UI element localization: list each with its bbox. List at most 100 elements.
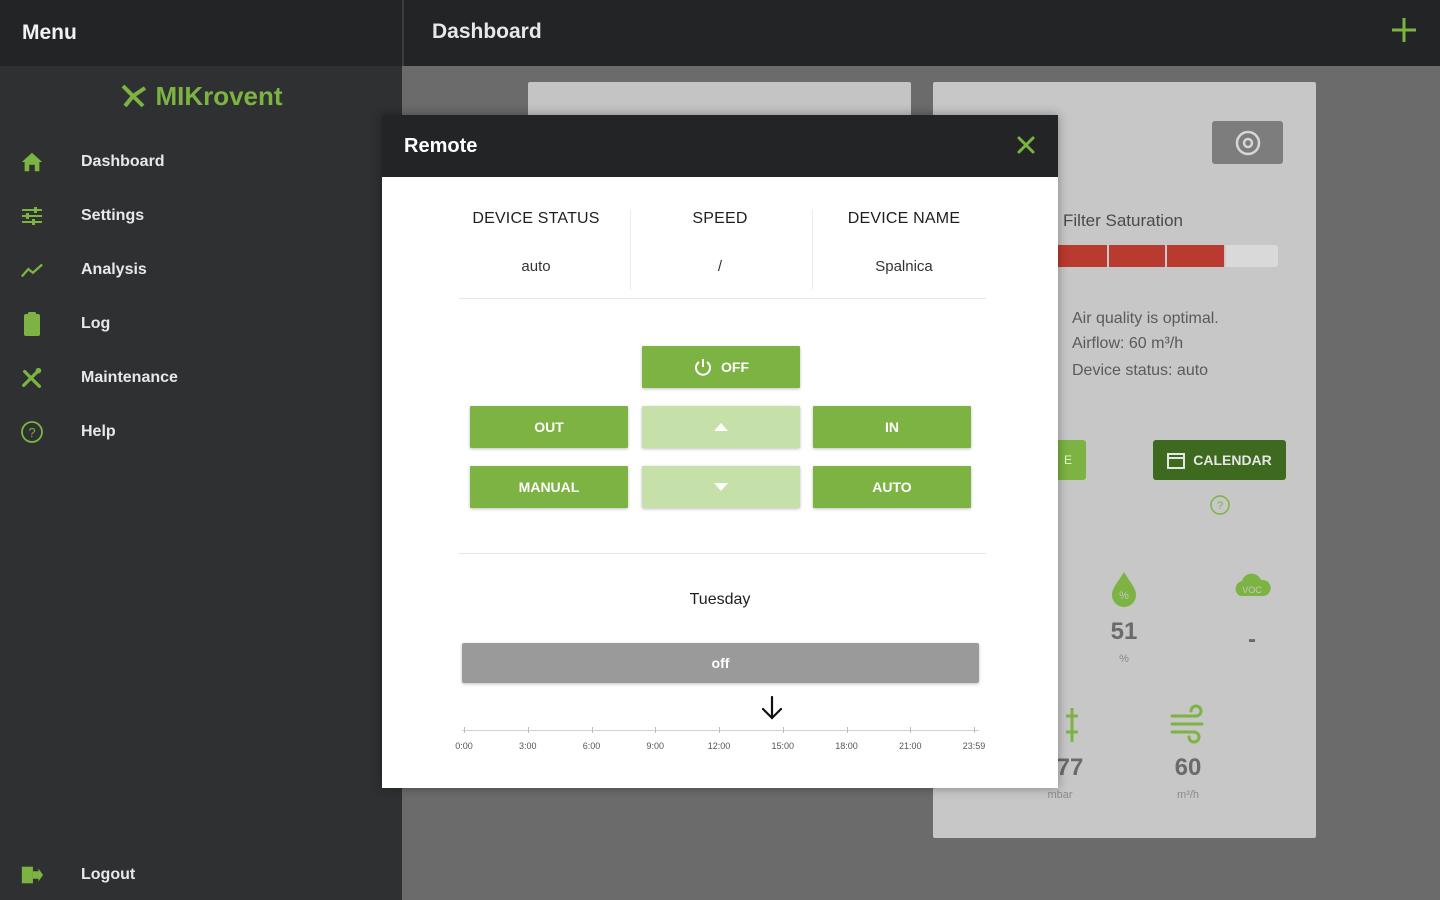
calendar-button[interactable]: CALENDAR [1153, 440, 1286, 480]
divider [459, 298, 986, 299]
speed-heading: SPEED [692, 210, 748, 227]
sidebar-item-maintenance[interactable]: Maintenance [0, 358, 402, 398]
auto-label: AUTO [872, 479, 912, 495]
filter-saturation-label: Filter Saturation [1063, 211, 1183, 230]
home-icon [20, 150, 44, 174]
power-icon [695, 359, 711, 376]
menu-title: Menu [22, 21, 77, 44]
speed-up-button[interactable] [642, 406, 800, 448]
manual-button[interactable]: MANUAL [470, 466, 628, 508]
speed-value: / [717, 258, 723, 275]
timeline-tick [719, 727, 720, 733]
out-label: OUT [534, 419, 564, 435]
status-air-quality: Air quality is optimal. [1072, 310, 1219, 327]
device-status-value: auto [521, 258, 551, 275]
sidebar: Menu MIKrovent Dashboard Settings Analys… [0, 0, 402, 900]
airflow-unit: m³/h [1177, 789, 1199, 801]
fan-logo-icon [122, 84, 147, 108]
logout-icon [20, 863, 44, 887]
schedule-day: Tuesday [689, 591, 751, 608]
gear-icon [1235, 130, 1260, 155]
sliders-icon [20, 204, 44, 228]
sidebar-item-label: Analysis [81, 261, 147, 278]
sidebar-item-dashboard[interactable]: Dashboard [0, 142, 402, 182]
arrow-down-icon [759, 694, 785, 722]
timeline-tick-label: 18:00 [835, 741, 858, 751]
timeline-tick-label: 21:00 [898, 741, 922, 751]
svg-text:?: ? [1217, 500, 1223, 512]
humidity-value: 51 [1110, 618, 1138, 645]
filter-saturation-bar [1050, 245, 1278, 267]
device-name-heading: DEVICE NAME [847, 210, 961, 227]
calendar-icon [1167, 453, 1186, 469]
plus-icon[interactable] [1390, 14, 1418, 46]
humidity-unit: % [1119, 653, 1129, 665]
timeline-tick [910, 727, 912, 733]
timeline-tick [591, 727, 593, 733]
chart-line-icon [20, 258, 44, 282]
help-circle-icon: ? [20, 420, 44, 444]
timeline-tick [846, 727, 848, 733]
sidebar-item-help[interactable]: ? Help [0, 412, 402, 452]
out-button[interactable]: OUT [470, 406, 628, 448]
speed-down-button[interactable] [642, 466, 800, 508]
humidity-icon: % [1102, 566, 1146, 610]
sidebar-item-logout[interactable]: Logout [0, 855, 402, 895]
manual-label: MANUAL [518, 479, 580, 495]
sidebar-item-analysis[interactable]: Analysis [0, 250, 402, 290]
top-bar: Dashboard [402, 0, 1440, 66]
timeline-tick-label: 23:59 [962, 741, 986, 751]
timeline-tick [655, 727, 657, 733]
timeline-tick-label: 3:00 [518, 741, 537, 751]
help-circle-icon[interactable]: ? [1209, 494, 1231, 516]
remote-modal: Remote DEVICE STATUS auto SPEED / DEVICE… [382, 115, 1058, 788]
sidebar-item-log[interactable]: Log [0, 304, 402, 344]
airflow-icon [1166, 702, 1210, 746]
caret-up-icon [714, 423, 728, 431]
timeline-tick-label: 0:00 [455, 741, 473, 751]
device-name-info: DEVICE NAME Spalnica [813, 210, 995, 275]
clipboard-icon [20, 312, 44, 336]
speed-info: SPEED / [629, 210, 811, 275]
pressure-unit: mbar [1047, 789, 1073, 801]
in-button[interactable]: IN [813, 406, 971, 448]
timeline-tick-label: 12:00 [707, 741, 731, 751]
voc-value: - [1248, 626, 1256, 653]
sidebar-item-label: Dashboard [81, 153, 165, 170]
sidebar-item-label: Help [81, 423, 116, 440]
device-name-value: Spalnica [875, 258, 933, 275]
svg-text:VOC: VOC [1242, 585, 1262, 595]
sidebar-header: Menu [0, 0, 402, 66]
schedule-state-label: off [711, 655, 730, 671]
sidebar-item-label: Log [81, 315, 111, 332]
modal-title: Remote [404, 135, 478, 157]
close-icon[interactable] [1014, 133, 1038, 157]
schedule-bar[interactable]: off [462, 643, 979, 683]
timeline-tick [527, 727, 529, 733]
sidebar-item-label: Maintenance [81, 369, 178, 386]
tools-icon [20, 366, 44, 390]
status-airflow: Airflow: 60 m³/h [1072, 335, 1184, 352]
timeline-tick [464, 727, 465, 733]
sidebar-item-settings[interactable]: Settings [0, 196, 402, 236]
calendar-button-label: CALENDAR [1193, 452, 1272, 468]
timeline-tick-label: 15:00 [771, 741, 795, 751]
divider [459, 553, 986, 554]
auto-button[interactable]: AUTO [813, 466, 971, 508]
voc-cloud-icon: VOC [1230, 566, 1274, 610]
timeline-tick-label: 9:00 [646, 741, 665, 751]
airflow-value: 60 [1174, 754, 1202, 781]
svg-text:%: % [1119, 590, 1129, 602]
power-off-label: OFF [721, 359, 749, 375]
device-settings-button[interactable] [1212, 121, 1283, 164]
logo-text: MIKrovent [155, 80, 283, 111]
power-off-button[interactable]: OFF [642, 346, 800, 388]
caret-down-icon [714, 483, 728, 491]
brand-logo: MIKrovent [0, 66, 402, 126]
modal-header: Remote [382, 115, 1058, 177]
timeline-axis [462, 730, 979, 731]
device-status-heading: DEVICE STATUS [472, 210, 600, 227]
page-title: Dashboard [432, 20, 542, 43]
sidebar-item-label: Settings [81, 207, 145, 224]
svg-text:?: ? [28, 425, 35, 440]
